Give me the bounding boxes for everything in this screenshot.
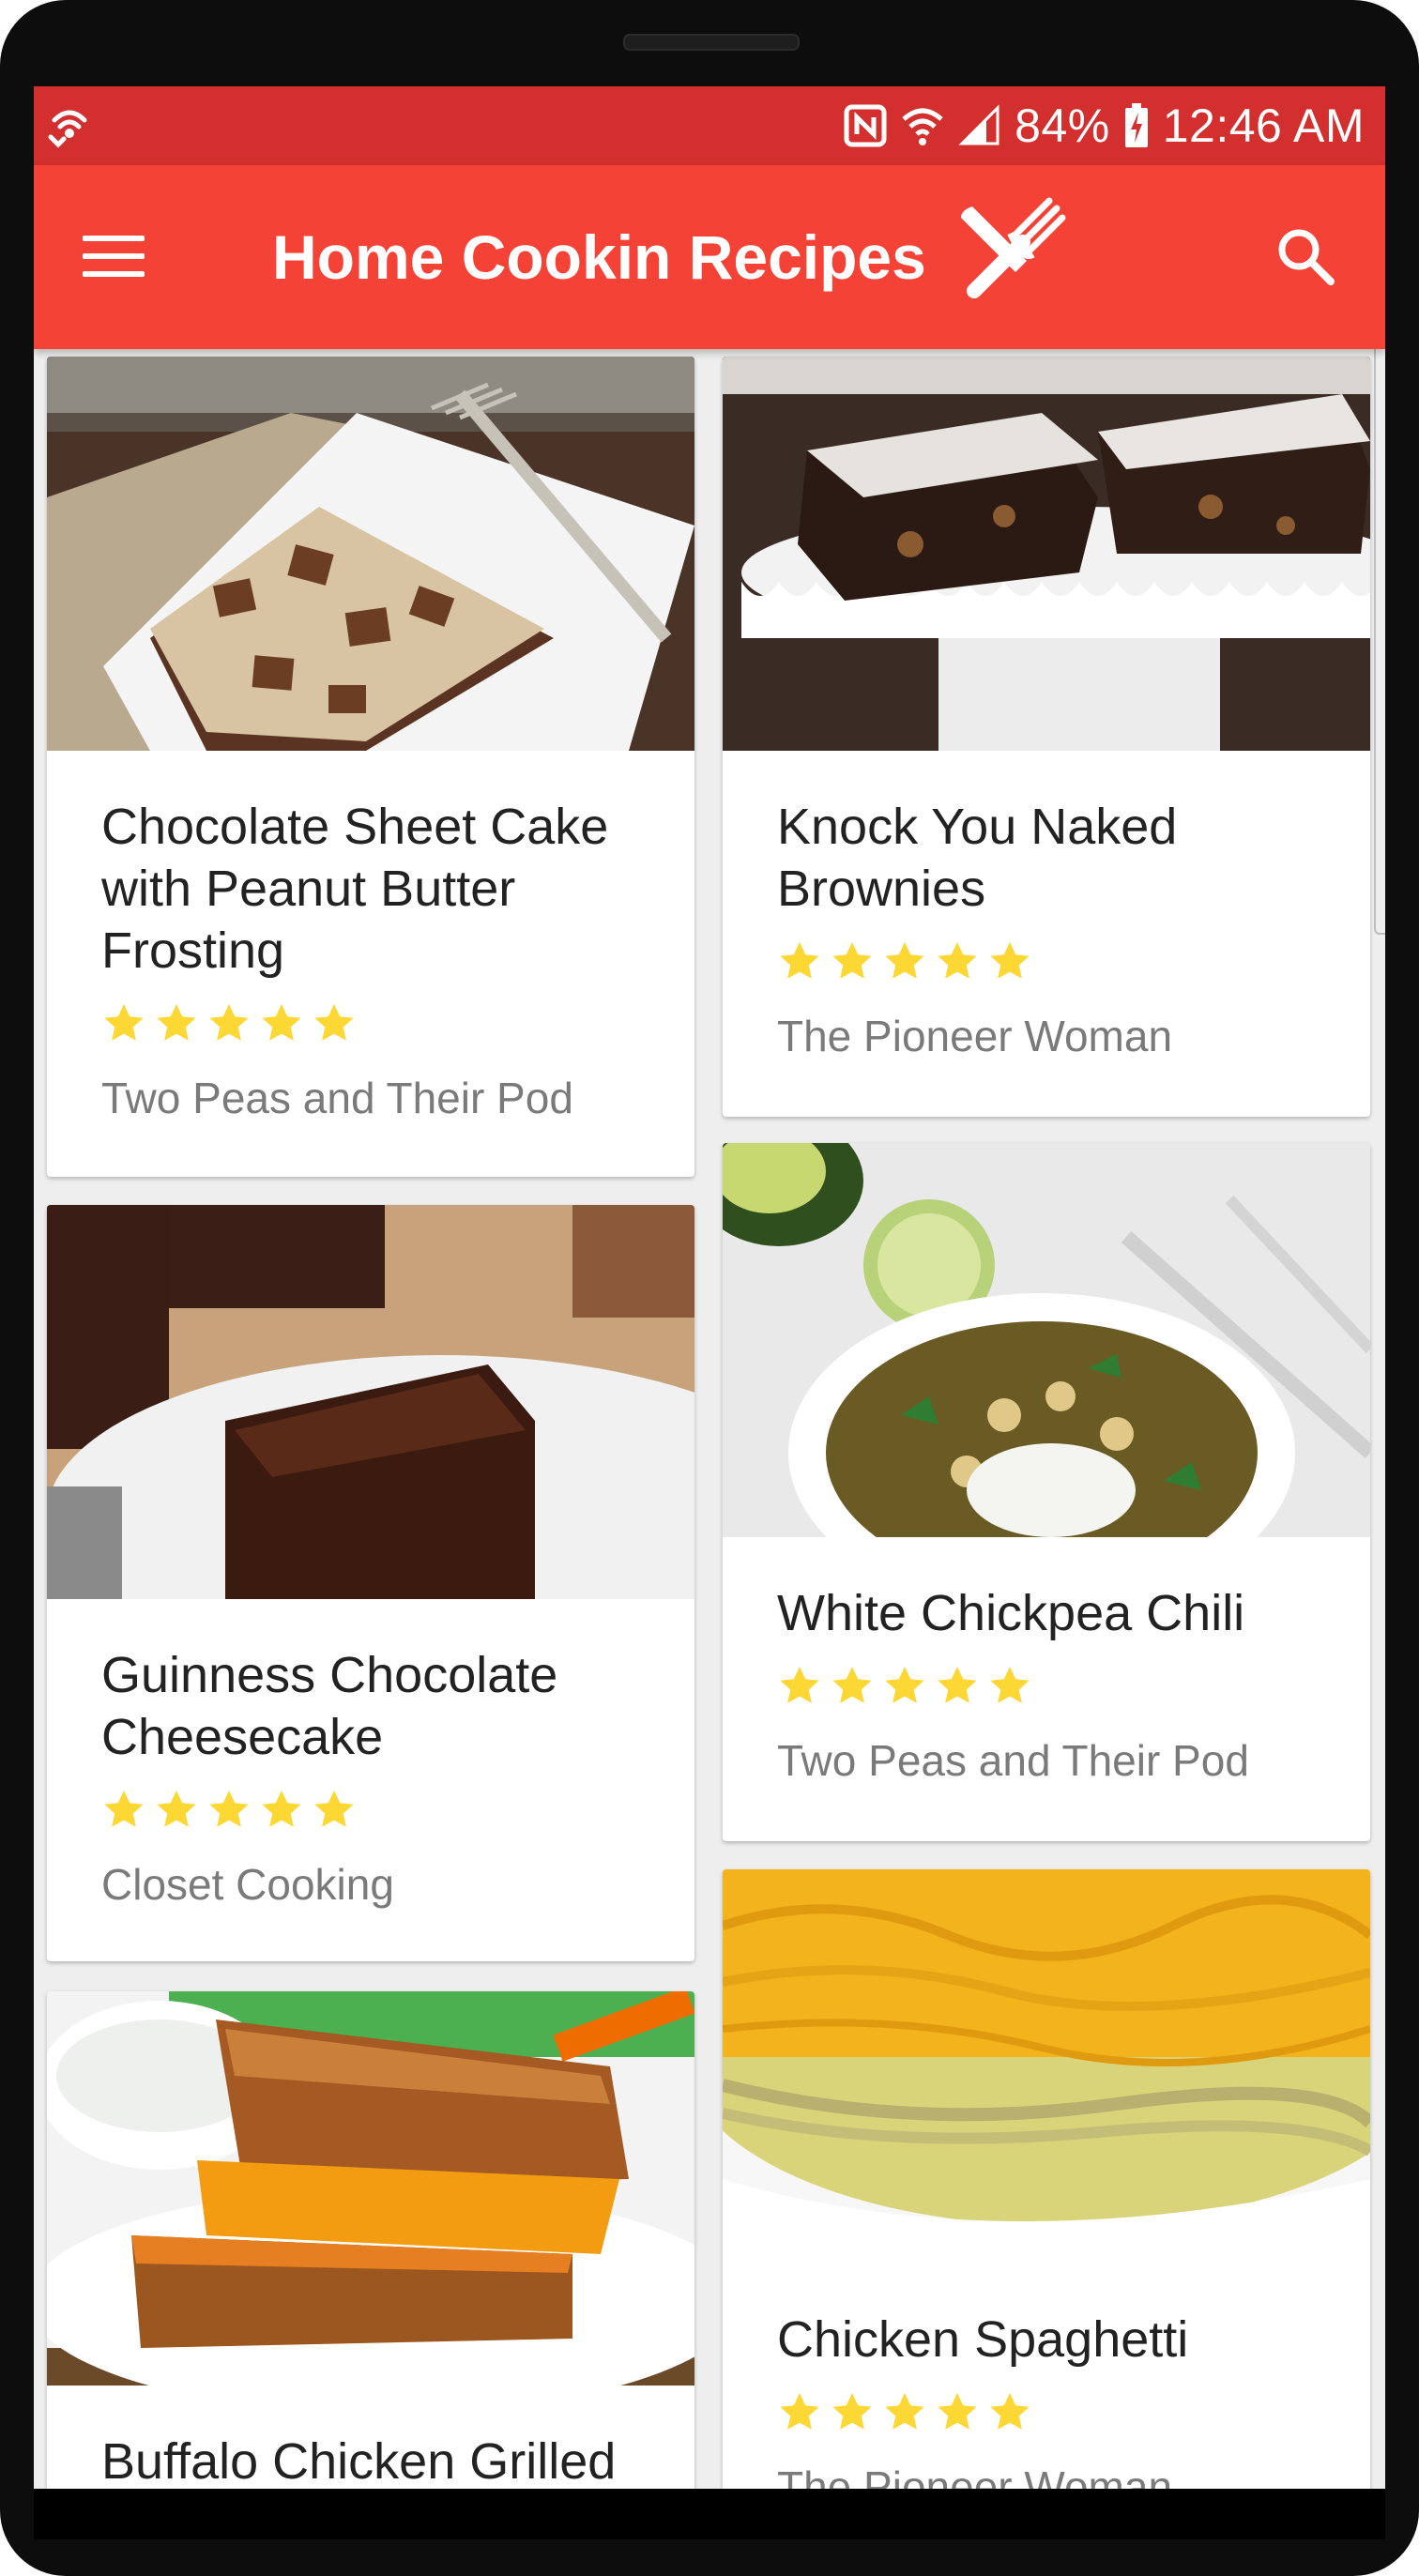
star-icon [209,1004,249,1041]
wifi-call-icon [48,110,87,148]
star-icon [314,1791,354,1827]
star-icon [780,1667,819,1703]
recipe-photo [723,1869,1370,2264]
recipe-card[interactable]: Knock You Naked Brownies The Pioneer Wom… [723,357,1370,1117]
star-icon [209,1791,249,1827]
recipe-title: Chicken Spaghetti [777,2311,1189,2368]
battery-percent: 84% [1015,99,1110,152]
recipe-card[interactable]: White Chickpea Chili Two Peas and Their … [723,1143,1370,1841]
star-icon [832,942,872,979]
star-icon [885,942,924,979]
recipe-title: White Chickpea Chili [777,1585,1245,1641]
menu-button[interactable] [71,214,156,298]
recipe-photo [47,1991,694,2385]
search-button[interactable] [1263,214,1348,298]
screen: 84% 12:46 AM Home Cookin Recipes Chocola… [34,86,1385,2489]
app-title: Home Cookin Recipes [272,222,926,292]
rating-stars [777,938,1316,985]
star-icon [262,1004,301,1041]
recipe-card[interactable]: Chocolate Sheet Cake with Peanut Butter … [47,357,694,1177]
recipe-source: Two Peas and Their Pod [777,1736,1249,1785]
rating-stars [777,1663,1316,1710]
signal-icon [958,104,999,145]
recipe-card[interactable]: Guinness Chocolate Cheesecake Closet Coo… [47,1205,694,1961]
rating-stars [777,2389,1316,2436]
recipe-photo [723,357,1370,751]
star-icon [990,2393,1030,2430]
menu-icon [83,236,145,277]
recipe-title: Chocolate Sheet Cake with Peanut Butter … [101,799,609,979]
fork-knife-icon [961,197,1066,298]
star-icon [885,1667,924,1703]
nfc-icon [844,104,887,147]
star-icon [938,942,977,979]
search-icon [1278,229,1335,285]
star-icon [104,1791,144,1827]
recipe-title: Buffalo Chicken Grilled [101,2433,617,2489]
earpiece-speaker [623,34,800,51]
star-icon [885,2393,924,2430]
star-icon [780,942,819,979]
recipe-card[interactable]: Buffalo Chicken Grilled [47,1991,694,2489]
app-bar: Home Cookin Recipes [34,165,1385,349]
star-icon [990,1667,1030,1703]
star-icon [990,942,1030,979]
star-icon [832,1667,872,1703]
recipe-source: Closet Cooking [101,1860,394,1909]
star-icon [157,1791,196,1827]
star-icon [262,1791,301,1827]
recipe-title: Guinness Chocolate Cheesecake [101,1647,558,1765]
recipe-source: The Pioneer Woman [777,2462,1173,2489]
status-bar: 84% 12:46 AM [34,86,1385,165]
star-icon [157,1004,196,1041]
star-icon [938,1667,977,1703]
star-icon [832,2393,872,2430]
recipe-photo [47,357,694,751]
star-icon [314,1004,354,1041]
rating-stars [101,1000,640,1047]
wifi-icon [902,108,943,145]
rating-stars [101,1787,640,1834]
battery-charging-icon [1124,103,1148,147]
star-icon [938,2393,977,2430]
recipe-grid: Chocolate Sheet Cake with Peanut Butter … [34,349,1385,2489]
phone-frame: 84% 12:46 AM Home Cookin Recipes Chocola… [0,0,1419,2576]
recipe-card[interactable]: Chicken Spaghetti The Pioneer Woman [723,1869,1370,2489]
star-icon [780,2393,819,2430]
bottom-bezel [34,2489,1385,2539]
clock-time: 12:46 AM [1162,99,1365,152]
recipe-title: Knock You Naked Brownies [777,799,1178,917]
recipe-photo [47,1205,694,1599]
recipe-source: The Pioneer Woman [777,1012,1173,1060]
recipe-source: Two Peas and Their Pod [101,1074,573,1122]
recipe-photo [723,1143,1370,1537]
star-icon [104,1004,144,1041]
edge-panel-handle[interactable] [1374,330,1385,935]
